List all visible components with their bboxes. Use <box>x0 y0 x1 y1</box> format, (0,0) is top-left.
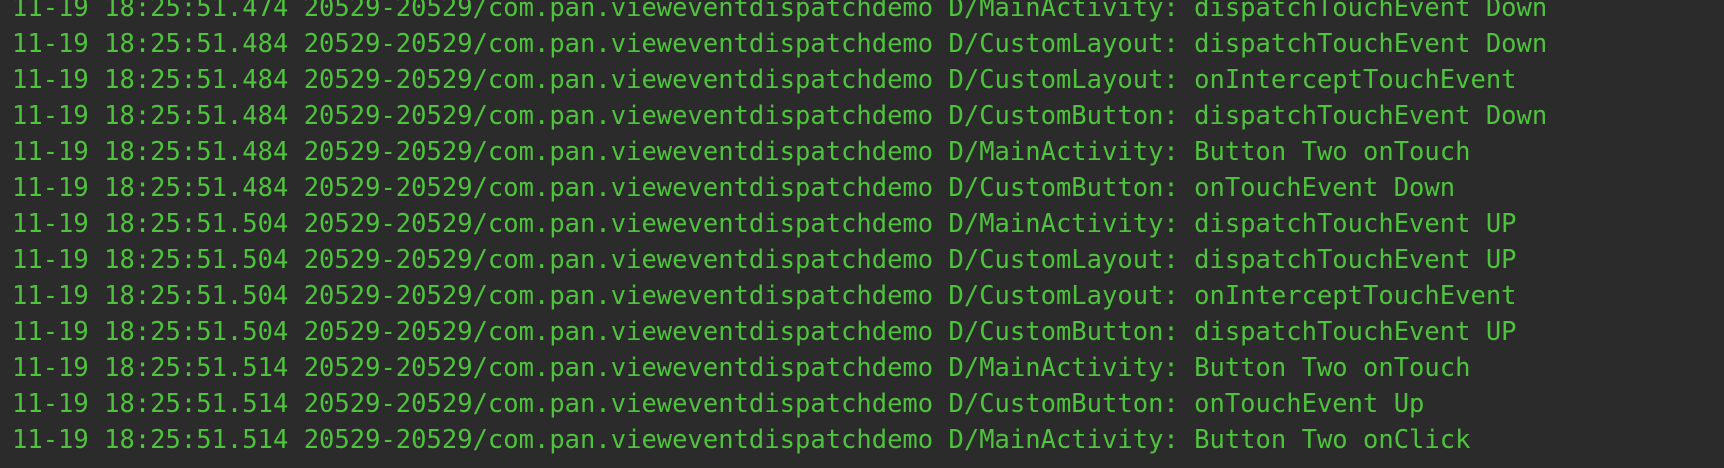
log-line: 11-19 18:25:51.474 20529-20529/com.pan.v… <box>12 0 1548 23</box>
log-line: 11-19 18:25:51.504 20529-20529/com.pan.v… <box>12 281 1517 311</box>
log-line: 11-19 18:25:51.504 20529-20529/com.pan.v… <box>12 209 1517 239</box>
log-line: 11-19 18:25:51.484 20529-20529/com.pan.v… <box>12 65 1517 95</box>
logcat-output: 11-19 18:25:51.474 20529-20529/com.pan.v… <box>0 0 1724 458</box>
log-line: 11-19 18:25:51.514 20529-20529/com.pan.v… <box>12 425 1471 455</box>
log-line: 11-19 18:25:51.484 20529-20529/com.pan.v… <box>12 173 1456 203</box>
log-line: 11-19 18:25:51.514 20529-20529/com.pan.v… <box>12 389 1425 419</box>
log-line: 11-19 18:25:51.484 20529-20529/com.pan.v… <box>12 101 1548 131</box>
log-line: 11-19 18:25:51.484 20529-20529/com.pan.v… <box>12 29 1548 59</box>
log-line: 11-19 18:25:51.514 20529-20529/com.pan.v… <box>12 353 1471 383</box>
log-line: 11-19 18:25:51.504 20529-20529/com.pan.v… <box>12 317 1517 347</box>
log-line: 11-19 18:25:51.504 20529-20529/com.pan.v… <box>12 245 1517 275</box>
log-line: 11-19 18:25:51.484 20529-20529/com.pan.v… <box>12 137 1471 167</box>
